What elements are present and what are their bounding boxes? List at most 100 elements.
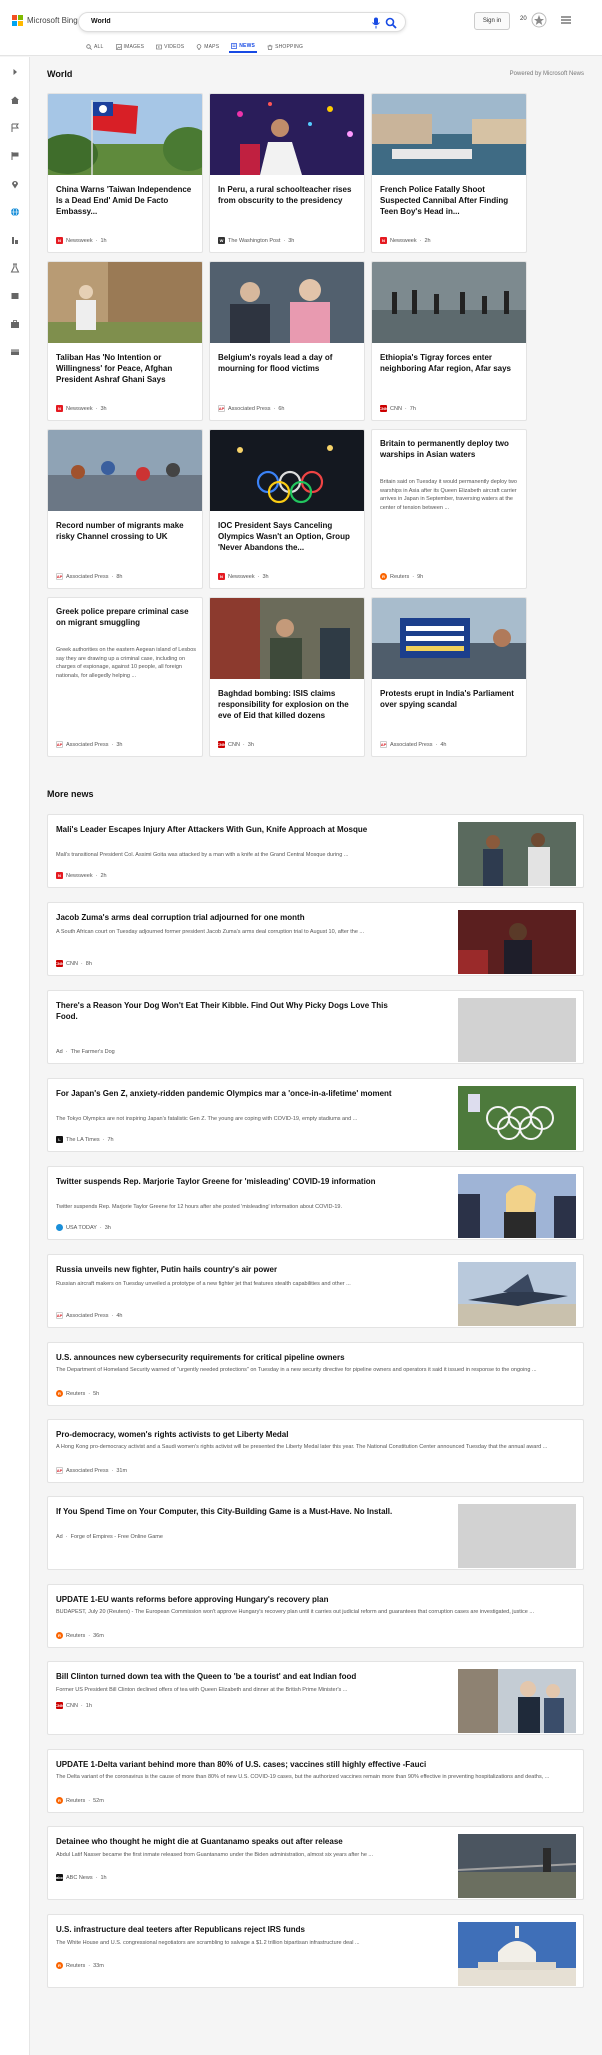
item-meta: R Reuters · 5h xyxy=(56,1390,99,1397)
news-card[interactable]: Britain to permanently deploy two warshi… xyxy=(371,429,527,589)
news-card[interactable]: Taliban Has 'No Intention or Willingness… xyxy=(47,261,203,421)
article-image xyxy=(48,262,202,343)
search-box[interactable] xyxy=(78,12,406,32)
article-image xyxy=(210,94,364,175)
news-card[interactable]: Baghdad bombing: ISIS claims responsibil… xyxy=(209,597,365,757)
card-title[interactable]: Protests erupt in India's Parliament ove… xyxy=(380,688,522,710)
separator: · xyxy=(65,1534,68,1540)
ad-list-item[interactable]: There's a Reason Your Dog Won't Eat Thei… xyxy=(47,990,584,1064)
tab-shopping[interactable]: SHOPPING xyxy=(265,41,305,53)
hamburger-menu-icon[interactable] xyxy=(560,14,572,26)
news-card[interactable]: Ethiopia's Tigray forces enter neighbori… xyxy=(371,261,527,421)
item-title[interactable]: If You Spend Time on Your Computer, this… xyxy=(56,1506,406,1517)
sign-in-button[interactable]: Sign in xyxy=(474,12,510,30)
news-list-item[interactable]: Pro-democracy, women's rights activists … xyxy=(47,1419,584,1483)
item-title[interactable]: U.S. infrastructure deal teeters after R… xyxy=(56,1924,406,1935)
tab-news[interactable]: NEWS xyxy=(229,41,258,53)
search-icon[interactable] xyxy=(385,17,397,29)
time-ago: 3h xyxy=(100,405,107,412)
rewards-count[interactable]: 20 xyxy=(520,16,527,22)
item-title[interactable]: For Japan's Gen Z, anxiety-ridden pandem… xyxy=(56,1088,406,1099)
card-title[interactable]: Greek police prepare criminal case on mi… xyxy=(56,606,198,628)
card-title[interactable]: IOC President Says Canceling Olympics Wa… xyxy=(218,520,360,553)
item-title[interactable]: UPDATE 1-EU wants reforms before approvi… xyxy=(56,1594,576,1605)
item-title[interactable]: Twitter suspends Rep. Marjorie Taylor Gr… xyxy=(56,1176,406,1187)
item-meta: CNN CNN · 8h xyxy=(55,960,92,967)
news-list-item[interactable]: UPDATE 1-Delta variant behind more than … xyxy=(47,1749,584,1813)
news-list-item[interactable]: Russia unveils new fighter, Putin hails … xyxy=(47,1254,584,1328)
news-list-item[interactable]: Jacob Zuma's arms deal corruption trial … xyxy=(47,902,584,976)
tab-videos[interactable]: VIDEOS xyxy=(154,41,186,53)
business-icon[interactable] xyxy=(10,319,20,329)
microphone-icon[interactable] xyxy=(371,17,381,29)
item-title[interactable]: Jacob Zuma's arms deal corruption trial … xyxy=(56,912,406,923)
news-list-item[interactable]: U.S. announces new cybersecurity require… xyxy=(47,1342,584,1406)
card-title[interactable]: Taliban Has 'No Intention or Willingness… xyxy=(56,352,198,385)
science-icon[interactable] xyxy=(10,263,20,273)
card-title[interactable]: China Warns 'Taiwan Independence Is a De… xyxy=(56,184,198,217)
tab-images[interactable]: IMAGES xyxy=(114,41,147,53)
news-list-item[interactable]: U.S. infrastructure deal teeters after R… xyxy=(47,1914,584,1988)
card-title[interactable]: Belgium's royals lead a day of mourning … xyxy=(218,352,360,374)
tab-label: NEWS xyxy=(239,43,256,49)
news-list-item[interactable]: Bill Clinton turned down tea with the Qu… xyxy=(47,1661,584,1735)
technology-icon[interactable] xyxy=(10,291,20,301)
item-snippet: Mali's transitional President Col. Assim… xyxy=(56,852,349,858)
us-flag-icon[interactable] xyxy=(10,151,20,161)
card-title[interactable]: Baghdad bombing: ISIS claims responsibil… xyxy=(218,688,360,721)
separator: · xyxy=(111,741,114,748)
news-list-item[interactable]: Twitter suspends Rep. Marjorie Taylor Gr… xyxy=(47,1166,584,1240)
article-thumbnail xyxy=(458,1174,576,1238)
bing-logo[interactable]: Microsoft Bing xyxy=(12,15,78,26)
news-list-item[interactable]: Mali's Leader Escapes Injury After Attac… xyxy=(47,814,584,888)
money-icon[interactable] xyxy=(10,347,20,357)
time-ago: 5h xyxy=(93,1390,100,1397)
card-title[interactable]: French Police Fatally Shoot Suspected Ca… xyxy=(380,184,522,217)
rewards-icon[interactable] xyxy=(531,12,547,28)
news-card[interactable]: Record number of migrants make risky Cha… xyxy=(47,429,203,589)
tab-label: MAPS xyxy=(204,44,220,50)
item-title[interactable]: There's a Reason Your Dog Won't Eat Thei… xyxy=(56,1000,406,1022)
ap-logo-icon: AP xyxy=(56,1467,63,1474)
news-list-item[interactable]: UPDATE 1-EU wants reforms before approvi… xyxy=(47,1584,584,1648)
politics-icon[interactable] xyxy=(10,235,20,245)
news-card[interactable]: Greek police prepare criminal case on mi… xyxy=(47,597,203,757)
card-title[interactable]: In Peru, a rural schoolteacher rises fro… xyxy=(218,184,360,206)
search-input[interactable] xyxy=(91,18,331,25)
tab-all[interactable]: ALL xyxy=(84,41,106,53)
news-card[interactable]: Protests erupt in India's Parliament ove… xyxy=(371,597,527,757)
globe-icon[interactable] xyxy=(10,207,20,217)
card-title[interactable]: Britain to permanently deploy two warshi… xyxy=(380,438,522,460)
item-title[interactable]: Mali's Leader Escapes Injury After Attac… xyxy=(56,824,406,835)
news-card[interactable]: In Peru, a rural schoolteacher rises fro… xyxy=(209,93,365,253)
item-snippet: The Department of Homeland Security warn… xyxy=(56,1367,537,1373)
separator: · xyxy=(111,573,114,580)
source-name: Newsweek xyxy=(66,237,93,244)
separator: · xyxy=(242,741,245,748)
tab-maps[interactable]: MAPS xyxy=(194,41,221,53)
item-title[interactable]: UPDATE 1-Delta variant behind more than … xyxy=(56,1759,576,1770)
news-list-item[interactable]: For Japan's Gen Z, anxiety-ridden pandem… xyxy=(47,1078,584,1152)
news-list-item[interactable]: Detainee who thought he might die at Gua… xyxy=(47,1826,584,1900)
item-title[interactable]: Russia unveils new fighter, Putin hails … xyxy=(56,1264,406,1275)
item-title[interactable]: U.S. announces new cybersecurity require… xyxy=(56,1352,576,1363)
item-title[interactable]: Detainee who thought he might die at Gua… xyxy=(56,1836,406,1847)
card-meta: CNN CNN · 7h xyxy=(379,405,416,412)
card-title[interactable]: Ethiopia's Tigray forces enter neighbori… xyxy=(380,352,522,374)
separator: · xyxy=(80,1702,83,1709)
ad-label: Ad xyxy=(56,1049,63,1055)
home-icon[interactable] xyxy=(10,95,20,105)
article-thumbnail xyxy=(458,1669,576,1733)
source-name: Newsweek xyxy=(228,573,255,580)
local-pin-icon[interactable] xyxy=(10,179,20,189)
expand-chevron-icon[interactable] xyxy=(10,67,20,77)
news-card[interactable]: French Police Fatally Shoot Suspected Ca… xyxy=(371,93,527,253)
news-card[interactable]: IOC President Says Canceling Olympics Wa… xyxy=(209,429,365,589)
news-card[interactable]: Belgium's royals lead a day of mourning … xyxy=(209,261,365,421)
item-title[interactable]: Bill Clinton turned down tea with the Qu… xyxy=(56,1671,406,1682)
item-title[interactable]: Pro-democracy, women's rights activists … xyxy=(56,1429,576,1440)
news-card[interactable]: China Warns 'Taiwan Independence Is a De… xyxy=(47,93,203,253)
flag-stripes-icon[interactable] xyxy=(10,123,20,133)
ad-list-item[interactable]: If You Spend Time on Your Computer, this… xyxy=(47,1496,584,1570)
card-title[interactable]: Record number of migrants make risky Cha… xyxy=(56,520,198,542)
